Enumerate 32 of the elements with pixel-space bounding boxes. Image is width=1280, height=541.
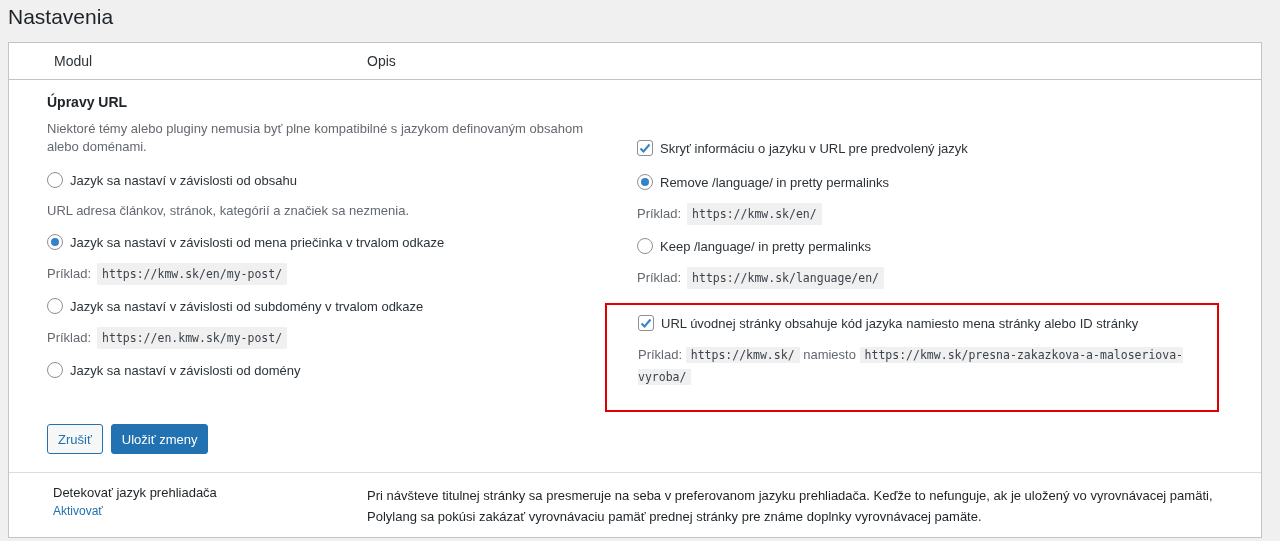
option-label: URL úvodnej stránky obsahuje kód jazyka namiesto mena stránky alebo ID stránky bbox=[661, 315, 1139, 331]
checkbox[interactable] bbox=[637, 140, 653, 156]
option-label: Jazyk sa nastaví v závislosti od domény bbox=[70, 362, 301, 378]
hint-text: Príklad: bbox=[47, 329, 92, 347]
hint-text: namiesto bbox=[803, 347, 856, 362]
hint-text: URL adresa článkov, stránok, kategórií a značiek sa nezmenia. bbox=[47, 202, 409, 220]
checkbox[interactable] bbox=[638, 315, 654, 331]
hint-text: Príklad: bbox=[638, 347, 683, 362]
section-title: Úpravy URL bbox=[47, 94, 129, 110]
save-button[interactable]: Uložiť zmeny bbox=[110, 424, 209, 454]
url-example: https://en.kmw.sk/my-post/ bbox=[97, 327, 288, 349]
option-label: Jazyk sa nastaví v závislosti od mena priečinka v trvalom odkaze bbox=[70, 234, 445, 250]
activate-link[interactable]: Aktivovať bbox=[53, 504, 367, 518]
option-label: Jazyk sa nastaví v závislosti od obsahu bbox=[70, 172, 297, 188]
option-label: Keep /language/ in pretty permalinks bbox=[660, 238, 871, 254]
cancel-button[interactable]: Zrušiť bbox=[47, 424, 103, 454]
url-example: https://kmw.sk/ bbox=[685, 347, 800, 363]
column-header: Modul bbox=[53, 53, 94, 69]
module-description: Pri návšteve titulnej stránky sa presmeruje na seba v preferovanom jazyku prehliadača. Keďže to nefunguje, ak je uložený vo vyrovnávacej pamäti, Polylang sa pokúsi zakázať vyrovnávaciu pamäť prednej stránky pre známe doplnky vyrovnávacej pamäte. bbox=[367, 487, 1214, 526]
page-title: Nastavenia bbox=[8, 4, 115, 30]
url-example: https://kmw.sk/en/ bbox=[687, 203, 822, 225]
module-name: Detekovať jazyk prehliadača bbox=[53, 485, 218, 500]
section-description: Niektoré témy alebo pluginy nemusia byť plne kompatibilné s jazykom definovaným obsahom alebo doménami. bbox=[47, 120, 584, 156]
hint-text: Príklad: bbox=[637, 269, 682, 287]
url-example: https://kmw.sk/language/en/ bbox=[687, 267, 884, 289]
option-label: Jazyk sa nastaví v závislosti od subdomény v trvalom odkaze bbox=[70, 298, 424, 314]
url-example: https://kmw.sk/en/my-post/ bbox=[97, 263, 288, 285]
hint-text: Príklad: bbox=[637, 205, 682, 223]
option-label: Remove /language/ in pretty permalinks bbox=[660, 174, 890, 190]
option-label: Skryť informáciu o jazyku v URL pre predvolený jazyk bbox=[660, 140, 968, 156]
column-header: Opis bbox=[367, 53, 397, 69]
hint-text: Príklad: bbox=[47, 265, 92, 283]
